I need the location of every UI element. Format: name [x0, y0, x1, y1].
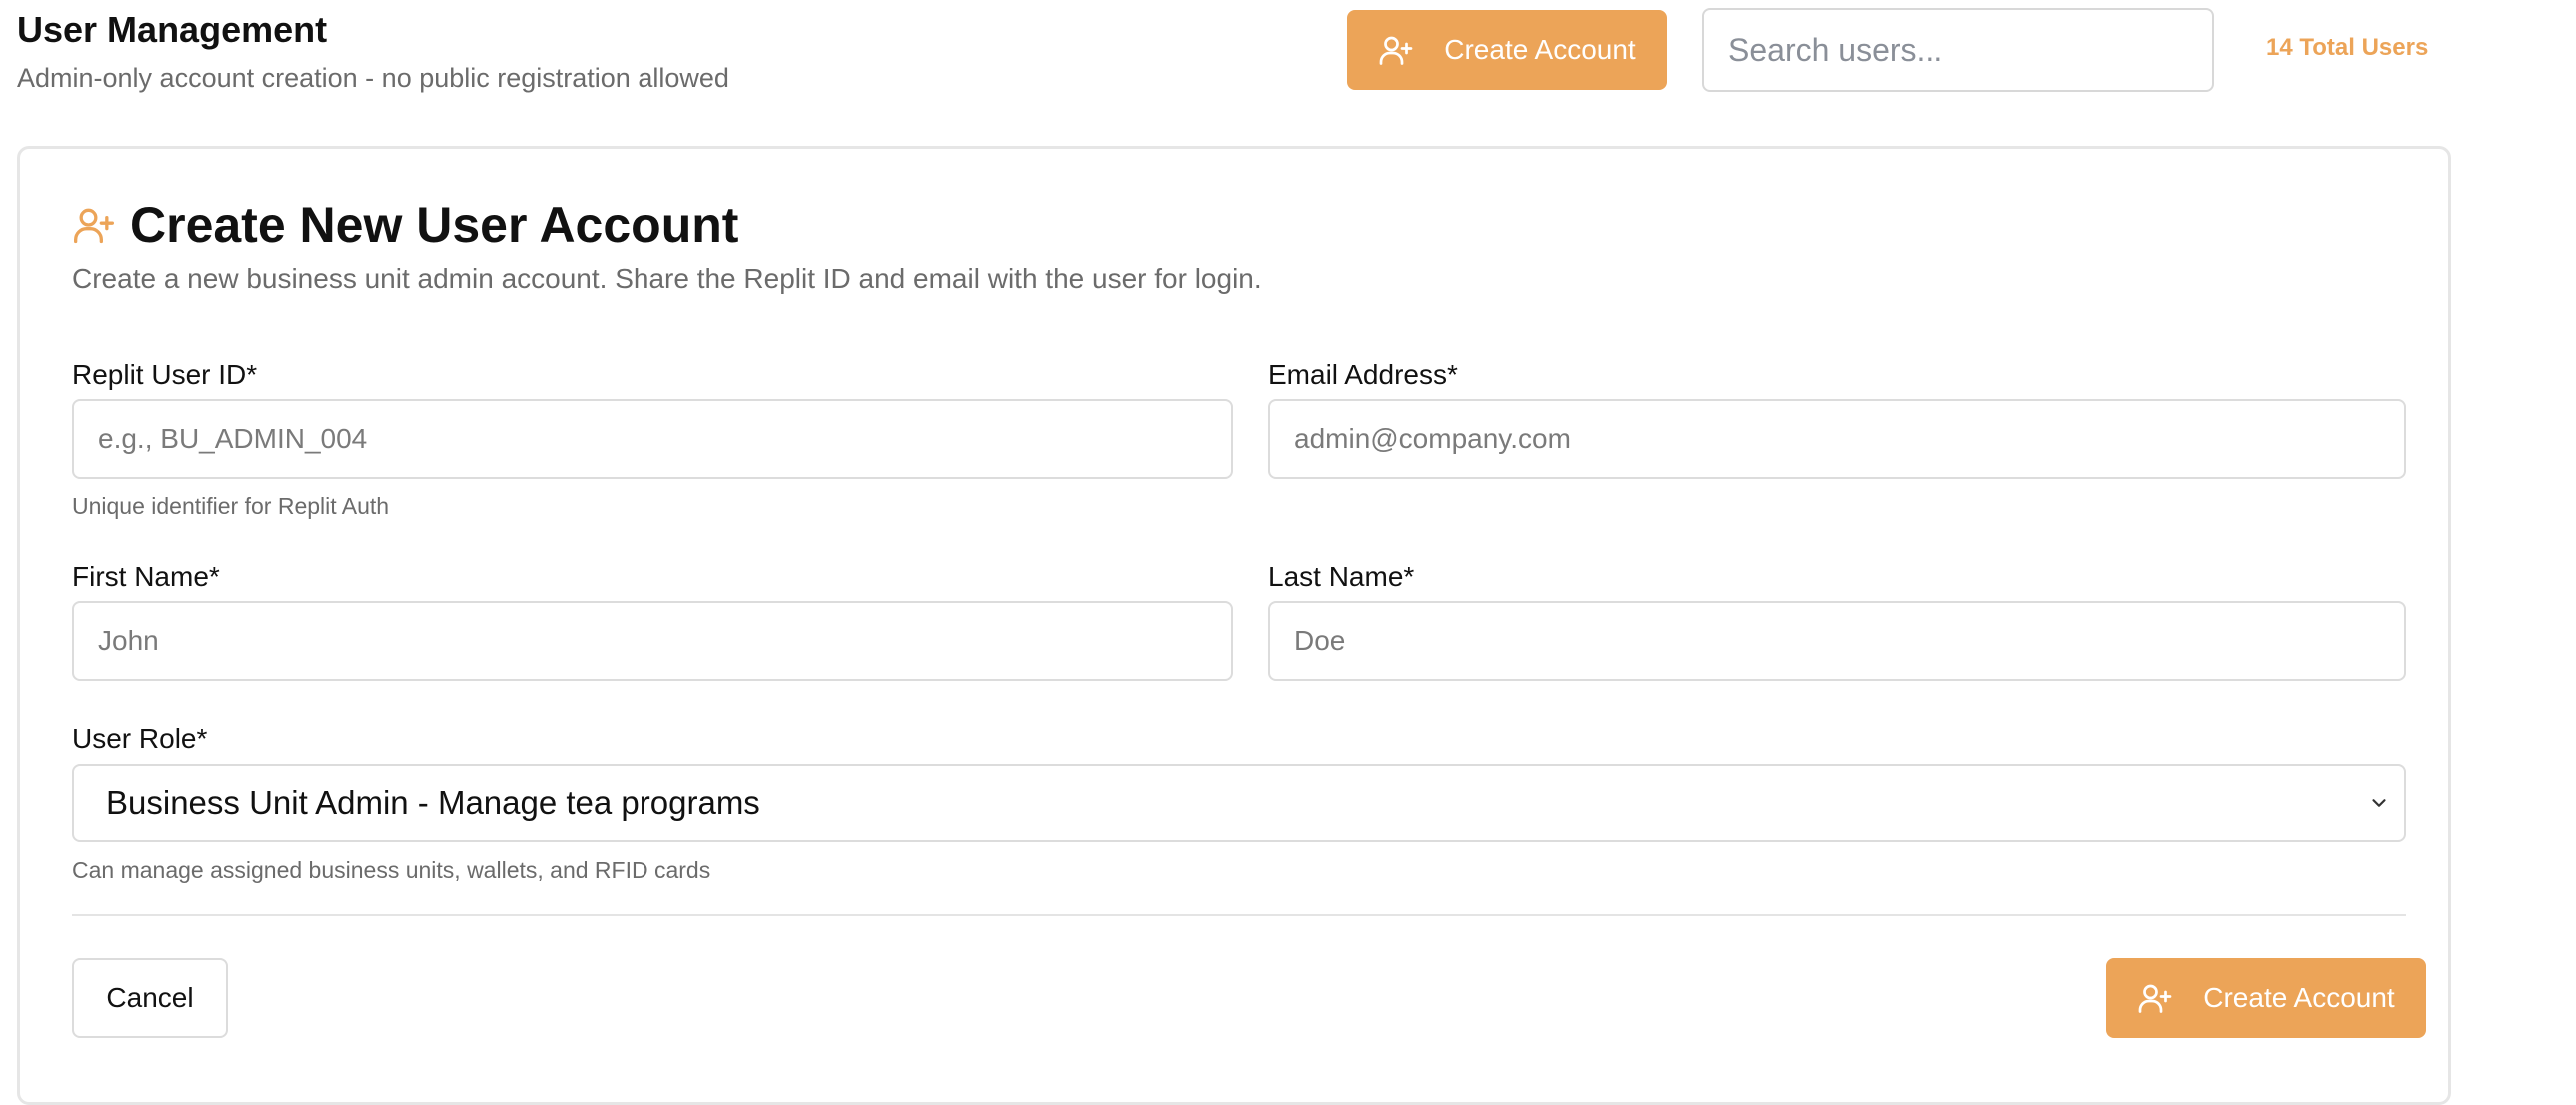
header-create-account-label: Create Account: [1444, 34, 1636, 65]
page-header: User Management Admin-only account creat…: [0, 0, 2576, 140]
email-label: Email Address*: [1268, 359, 1458, 390]
first-name-label: First Name*: [72, 561, 220, 592]
user-plus-icon: [2137, 980, 2173, 1016]
page-subtitle: Admin-only account creation - no public …: [17, 63, 729, 93]
total-users-count: 14 Total Users: [2266, 34, 2429, 61]
user-role-help: Can manage assigned business units, wall…: [72, 857, 711, 883]
first-name-input[interactable]: [72, 601, 1233, 681]
user-plus-icon: [72, 203, 116, 247]
card-title-row: Create New User Account: [72, 195, 738, 255]
last-name-input[interactable]: [1268, 601, 2406, 681]
user-role-label: User Role*: [72, 723, 208, 754]
create-user-card: Create New User Account Create a new bus…: [17, 146, 2451, 1105]
user-plus-icon: [1378, 32, 1414, 68]
header-create-account-button[interactable]: Create Account: [1347, 10, 1667, 90]
card-description: Create a new business unit admin account…: [72, 263, 1262, 294]
chevron-down-icon: [2368, 792, 2390, 814]
create-account-label: Create Account: [2203, 982, 2395, 1013]
replit-id-help: Unique identifier for Replit Auth: [72, 493, 390, 519]
search-input[interactable]: [1702, 8, 2214, 92]
card-title: Create New User Account: [130, 197, 739, 253]
cancel-button[interactable]: Cancel: [72, 958, 228, 1038]
last-name-label: Last Name*: [1268, 561, 1415, 592]
email-field[interactable]: [1268, 399, 2406, 479]
form-divider: [72, 914, 2406, 916]
user-role-selected-value: Business Unit Admin - Manage tea program…: [106, 784, 760, 821]
replit-id-label: Replit User ID*: [72, 359, 258, 390]
page-title: User Management: [17, 9, 328, 50]
user-role-select[interactable]: Business Unit Admin - Manage tea program…: [72, 764, 2406, 842]
create-account-button[interactable]: Create Account: [2106, 958, 2426, 1038]
replit-id-input[interactable]: [72, 399, 1233, 479]
